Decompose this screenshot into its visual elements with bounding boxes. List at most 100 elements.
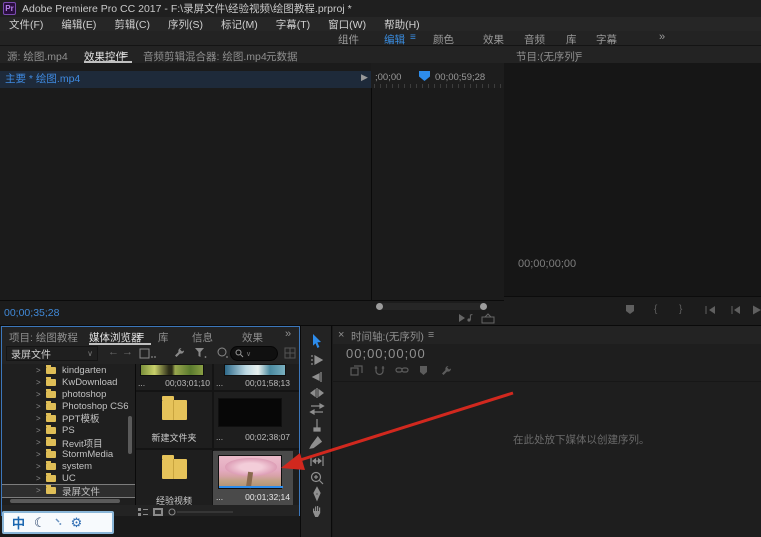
chevron-right-icon[interactable]: > bbox=[36, 486, 44, 495]
clip-thumbnail-4-selected[interactable] bbox=[218, 455, 282, 489]
close-icon[interactable]: × bbox=[338, 329, 344, 341]
tab-info[interactable]: 信息 bbox=[192, 330, 213, 345]
chevron-right-icon[interactable]: > bbox=[36, 414, 44, 423]
workspace-tab-effects[interactable]: 效果 bbox=[483, 32, 504, 47]
go-to-in-icon[interactable] bbox=[704, 305, 718, 318]
tool-selection[interactable] bbox=[308, 333, 326, 349]
scrollbar-right-knob[interactable] bbox=[480, 303, 487, 310]
chevron-right-icon[interactable]: > bbox=[36, 402, 44, 411]
workspace-tab-audio[interactable]: 音频 bbox=[524, 32, 545, 47]
tree-item-kindgarten[interactable]: >kindgarten bbox=[2, 364, 135, 376]
search-input[interactable]: ∨ bbox=[230, 346, 278, 361]
nest-sequence-icon[interactable] bbox=[350, 365, 363, 379]
tree-item-luping-selected[interactable]: >录屏文件 bbox=[2, 485, 135, 497]
tool-ripple-edit[interactable] bbox=[308, 369, 326, 385]
tool-hand[interactable] bbox=[308, 503, 326, 519]
play-icon[interactable] bbox=[752, 305, 761, 318]
folder-item-new[interactable] bbox=[162, 400, 187, 420]
tool-rolling-edit[interactable] bbox=[308, 385, 326, 401]
list-view-icon[interactable] bbox=[138, 507, 148, 519]
tab-audio-clip-mixer[interactable]: 音频剪辑混合器: 绘图.mp4 bbox=[143, 49, 267, 64]
ime-bar[interactable]: 中 ☾ ⚙ bbox=[2, 511, 114, 534]
workspace-tab-libraries[interactable]: 库 bbox=[566, 32, 577, 47]
tree-item-revit[interactable]: >Revit项目 bbox=[2, 437, 135, 449]
tree-item-system[interactable]: >system bbox=[2, 461, 135, 473]
tool-pen[interactable] bbox=[308, 486, 326, 502]
snap-magnet-icon[interactable] bbox=[373, 365, 386, 379]
clip-thumbnail-2[interactable] bbox=[224, 364, 286, 376]
ime-tool-icon[interactable] bbox=[55, 517, 62, 529]
tree-item-ppt-template[interactable]: >PPT模板 bbox=[2, 412, 135, 424]
tool-rate-stretch[interactable] bbox=[308, 401, 326, 417]
back-icon[interactable]: ← bbox=[108, 346, 119, 358]
mark-out-icon[interactable]: } bbox=[679, 304, 682, 315]
mark-in-icon[interactable]: { bbox=[654, 304, 657, 315]
workspace-menu-icon[interactable]: ≡ bbox=[410, 32, 416, 43]
project-overflow-icon[interactable]: » bbox=[285, 328, 291, 340]
chevron-right-icon[interactable]: > bbox=[36, 474, 44, 483]
chevron-right-icon[interactable]: > bbox=[36, 450, 44, 459]
filter-funnel-icon[interactable] bbox=[194, 347, 208, 362]
chevron-right-icon[interactable]: > bbox=[36, 426, 44, 435]
clip-thumbnail-3[interactable] bbox=[218, 398, 282, 427]
media-browser-menu-icon[interactable]: ≡ bbox=[138, 330, 144, 342]
tree-item-kwdownload[interactable]: >KwDownload bbox=[2, 376, 135, 388]
tab-timeline[interactable]: 时间轴:(无序列) bbox=[351, 329, 424, 344]
settings-wrench-icon[interactable] bbox=[173, 347, 186, 363]
ingest-settings-icon[interactable] bbox=[216, 347, 229, 362]
location-dropdown[interactable]: 录屏文件 ∨ bbox=[6, 346, 98, 361]
directory-viewers-icon[interactable] bbox=[139, 348, 157, 362]
ime-mode-button[interactable]: 中 bbox=[12, 513, 25, 532]
menu-sequence[interactable]: 序列(S) bbox=[159, 17, 212, 32]
tab-source-monitor[interactable]: 源: 绘图.mp4 bbox=[7, 49, 68, 64]
ime-moon-icon[interactable]: ☾ bbox=[34, 515, 46, 531]
workspace-tab-assembly[interactable]: 组件 bbox=[338, 32, 359, 47]
linked-selection-icon[interactable] bbox=[395, 365, 409, 378]
tool-slip[interactable] bbox=[308, 435, 326, 451]
scrollbar-left-knob[interactable] bbox=[376, 303, 383, 310]
menu-help[interactable]: 帮助(H) bbox=[375, 17, 429, 32]
clip-caption-4[interactable]: ... 00;01;32;14 bbox=[214, 492, 292, 502]
menu-title[interactable]: 字幕(T) bbox=[267, 17, 319, 32]
chevron-right-icon[interactable]: > bbox=[36, 438, 44, 447]
forward-icon[interactable]: → bbox=[122, 346, 133, 358]
tree-vertical-scrollbar[interactable] bbox=[128, 416, 132, 454]
tree-horizontal-scrollbar[interactable] bbox=[10, 499, 120, 503]
workspace-tab-editing[interactable]: 编辑 bbox=[384, 32, 405, 47]
panel-grid-icon[interactable] bbox=[284, 347, 296, 362]
clip-caption-3[interactable]: ... 00;02;38;07 bbox=[214, 432, 292, 442]
tree-item-photoshop[interactable]: >photoshop bbox=[2, 388, 135, 400]
step-back-icon[interactable] bbox=[730, 305, 742, 318]
tab-libraries[interactable]: 库 bbox=[158, 330, 169, 345]
timeline-menu-icon[interactable]: ≡ bbox=[428, 329, 434, 341]
fx-playhead[interactable] bbox=[419, 71, 430, 81]
menu-file[interactable]: 文件(F) bbox=[0, 17, 52, 32]
folder-item-experience[interactable] bbox=[162, 459, 187, 479]
menu-clip[interactable]: 剪辑(C) bbox=[105, 17, 159, 32]
thumbnail-scrub-bar[interactable] bbox=[219, 486, 283, 488]
chevron-right-icon[interactable]: > bbox=[36, 462, 44, 471]
chevron-right-icon[interactable]: > bbox=[36, 390, 44, 399]
tree-item-stormmedia[interactable]: >StormMedia bbox=[2, 449, 135, 461]
tool-hand-pan[interactable] bbox=[308, 470, 326, 486]
timeline-timecode[interactable]: 00;00;00;00 bbox=[346, 346, 426, 361]
menu-marker[interactable]: 标记(M) bbox=[212, 17, 267, 32]
program-menu-icon[interactable]: ≡ bbox=[576, 49, 582, 61]
zoom-slider[interactable] bbox=[168, 507, 234, 519]
chevron-right-icon[interactable]: > bbox=[36, 366, 44, 375]
master-clip-row[interactable]: 主要 * 绘图.mp4 bbox=[0, 71, 371, 88]
chevron-right-icon[interactable]: > bbox=[36, 378, 44, 387]
tool-slide[interactable] bbox=[308, 453, 326, 469]
tab-project[interactable]: 项目: 绘图教程 bbox=[9, 330, 78, 345]
timeline-settings-wrench-icon[interactable] bbox=[440, 365, 453, 381]
workspace-tab-titles[interactable]: 字幕 bbox=[596, 32, 617, 47]
tab-metadata[interactable]: 元数据 bbox=[266, 49, 298, 64]
add-marker-icon[interactable] bbox=[624, 304, 636, 318]
fx-expand-icon[interactable]: ▶ bbox=[361, 72, 368, 83]
icon-view-icon[interactable] bbox=[153, 507, 163, 519]
workspace-tab-color[interactable]: 颜色 bbox=[433, 32, 454, 47]
tab-program-monitor[interactable]: 节目:(无序列) bbox=[516, 49, 578, 64]
fx-zoom-scrollbar[interactable] bbox=[376, 303, 487, 310]
timeline-marker-icon[interactable] bbox=[418, 365, 429, 379]
clip-caption-2[interactable]: ... 00;01;58;13 bbox=[214, 378, 292, 388]
